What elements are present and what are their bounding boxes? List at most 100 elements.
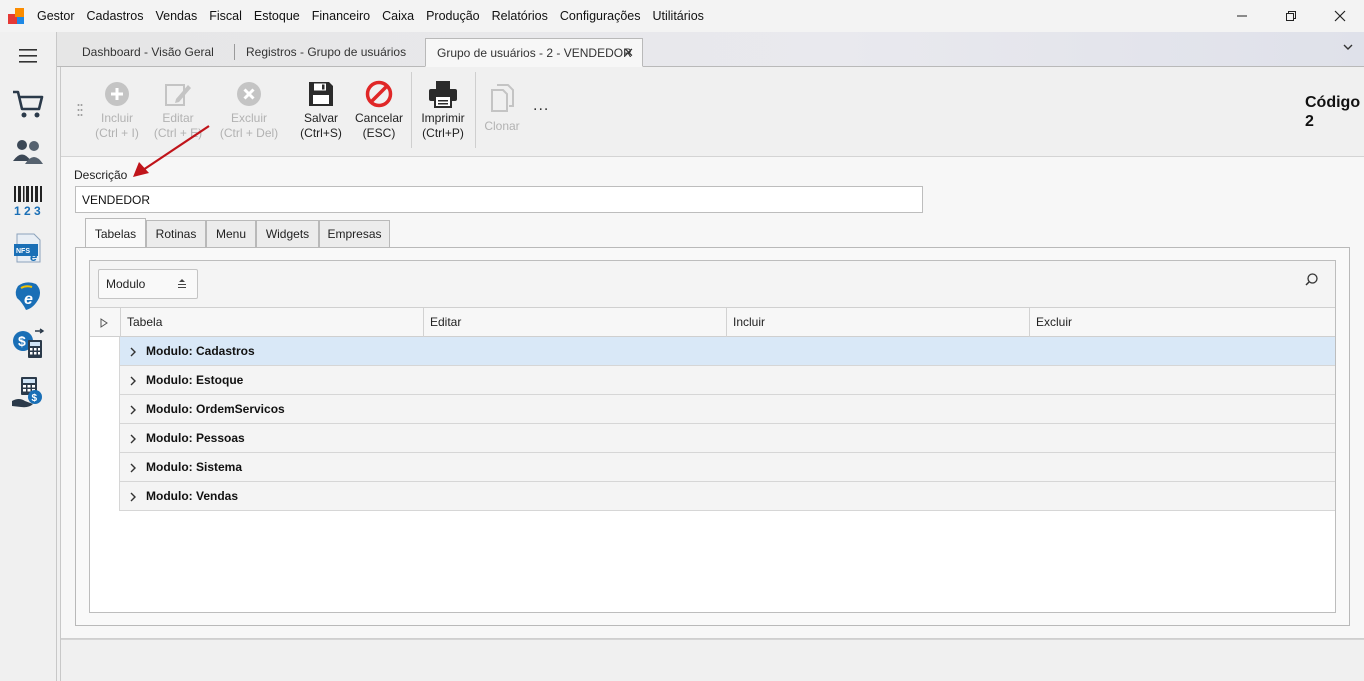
drag-grip-icon[interactable] — [77, 103, 83, 117]
tab-grupo-vendedor[interactable]: Grupo de usuários - 2 - VENDEDOR ✕ — [425, 38, 643, 67]
group-row-label: Modulo: Vendas — [146, 489, 239, 503]
salvar-shortcut: (Ctrl+S) — [300, 126, 342, 140]
close-window-button[interactable] — [1316, 0, 1364, 32]
tab-label: Registros - Grupo de usuários — [246, 45, 407, 59]
expand-chevron-icon[interactable] — [129, 492, 137, 502]
sidebar-item-produtos[interactable]: 1 2 3 — [10, 182, 46, 218]
hamburger-menu-button[interactable] — [10, 38, 46, 74]
menu-cadastros[interactable]: Cadastros — [81, 0, 150, 32]
barcode-icon: 1 2 3 — [14, 186, 42, 216]
expand-chevron-icon[interactable] — [129, 376, 137, 386]
grid-header: Tabela Editar Incluir Excluir — [90, 308, 1335, 337]
toolbar-divider — [411, 72, 412, 148]
imprimir-button[interactable]: Imprimir (Ctrl+P) — [417, 77, 469, 152]
excluir-button[interactable]: Excluir (Ctrl + Del) — [216, 77, 282, 152]
close-icon — [1334, 10, 1346, 22]
menu-relatorios[interactable]: Relatórios — [486, 0, 554, 32]
sidebar-item-pessoas[interactable] — [10, 134, 46, 170]
tab-dashboard[interactable]: Dashboard - Visão Geral — [57, 38, 230, 67]
svg-text:e: e — [30, 249, 37, 264]
descricao-label: Descrição — [74, 168, 128, 182]
tab-widgets[interactable]: Widgets — [256, 220, 319, 248]
sidebar-item-caixa[interactable]: $ — [10, 374, 46, 410]
main-content: Incluir (Ctrl + I) Editar (Ctrl + E) Exc… — [60, 67, 1364, 681]
column-header-excluir[interactable]: Excluir — [1029, 308, 1335, 337]
minimize-button[interactable] — [1218, 0, 1266, 32]
column-header-tabela[interactable]: Tabela — [120, 308, 423, 337]
imprimir-shortcut: (Ctrl+P) — [422, 126, 464, 140]
editar-button[interactable]: Editar (Ctrl + E) — [149, 77, 207, 152]
group-row-label: Modulo: Cadastros — [146, 344, 255, 358]
tabelas-tab-body: Modulo Tabela Editar Incluir Excluir Mod… — [75, 247, 1350, 626]
menu-utilitarios[interactable]: Utilitários — [647, 0, 710, 32]
group-row[interactable]: Modulo: Vendas — [119, 482, 1335, 511]
sidebar-item-nfse[interactable]: NFS e — [10, 230, 46, 266]
group-row[interactable]: Modulo: OrdemServicos — [119, 395, 1335, 424]
group-row-label: Modulo: Pessoas — [146, 431, 245, 445]
hamburger-icon — [19, 49, 37, 63]
column-header-editar[interactable]: Editar — [423, 308, 726, 337]
sidebar-item-financeiro[interactable]: $ — [10, 326, 46, 362]
expand-chevron-icon[interactable] — [129, 347, 137, 357]
editar-label: Editar — [162, 111, 194, 125]
expand-chevron-icon[interactable] — [129, 405, 137, 415]
imprimir-label: Imprimir — [421, 111, 465, 125]
tab-menu[interactable]: Menu — [206, 220, 256, 248]
sidebar-item-nfe[interactable]: e — [10, 278, 46, 314]
chevron-down-icon[interactable] — [1342, 41, 1354, 53]
expand-chevron-icon[interactable] — [129, 463, 137, 473]
tab-empresas[interactable]: Empresas — [319, 220, 390, 248]
expand-chevron-icon[interactable] — [129, 434, 137, 444]
group-row[interactable]: Modulo: Estoque — [119, 366, 1335, 395]
menu-financeiro[interactable]: Financeiro — [306, 0, 376, 32]
group-row[interactable]: Modulo: Pessoas — [119, 424, 1335, 453]
menu-fiscal[interactable]: Fiscal — [203, 0, 248, 32]
cancelar-button[interactable]: Cancelar (ESC) — [353, 77, 405, 152]
menu-estoque[interactable]: Estoque — [248, 0, 306, 32]
search-icon[interactable] — [1305, 273, 1318, 286]
menu-bar: Gestor Cadastros Vendas Fiscal Estoque F… — [31, 0, 710, 32]
descricao-input[interactable] — [75, 186, 923, 213]
save-disk-icon — [309, 82, 333, 106]
menu-caixa[interactable]: Caixa — [376, 0, 420, 32]
salvar-button[interactable]: Salvar (Ctrl+S) — [297, 77, 345, 152]
incluir-button[interactable]: Incluir (Ctrl + I) — [91, 77, 143, 152]
money-calculator-icon: $ — [13, 328, 45, 358]
salvar-label: Salvar — [303, 111, 338, 125]
clonar-button[interactable]: Clonar — [479, 77, 525, 152]
svg-text:1 2 3: 1 2 3 — [14, 204, 41, 216]
toolbar-divider — [475, 72, 476, 148]
menu-vendas[interactable]: Vendas — [150, 0, 204, 32]
group-row-label: Modulo: Estoque — [146, 373, 244, 387]
group-by-panel: Modulo — [90, 261, 1335, 308]
menu-configuracoes[interactable]: Configurações — [554, 0, 647, 32]
tab-close-icon[interactable]: ✕ — [623, 39, 634, 67]
column-header-incluir[interactable]: Incluir — [726, 308, 1029, 337]
restore-icon — [1286, 11, 1296, 21]
menu-app-name[interactable]: Gestor — [31, 0, 81, 32]
document-tab-strip: Dashboard - Visão Geral Registros - Grup… — [57, 32, 1364, 67]
svg-text:NFS: NFS — [16, 248, 30, 255]
toolbar: Incluir (Ctrl + I) Editar (Ctrl + E) Exc… — [61, 67, 1364, 157]
tab-label: Dashboard - Visão Geral — [82, 45, 214, 59]
editar-shortcut: (Ctrl + E) — [153, 126, 203, 140]
group-row[interactable]: Modulo: Sistema — [119, 453, 1335, 482]
sidebar-item-vendas[interactable] — [10, 86, 46, 122]
tab-tabelas[interactable]: Tabelas — [85, 218, 146, 248]
menu-producao[interactable]: Produção — [420, 0, 486, 32]
restore-button[interactable] — [1267, 0, 1315, 32]
add-circle-icon — [105, 82, 129, 106]
tab-registros-grupo[interactable]: Registros - Grupo de usuários — [221, 38, 421, 67]
printer-icon — [429, 81, 457, 108]
svg-text:$: $ — [18, 333, 26, 349]
clonar-label: Clonar — [484, 119, 520, 133]
codigo-value: 2 — [1305, 113, 1314, 130]
group-by-chip[interactable]: Modulo — [98, 269, 198, 299]
edit-icon — [165, 84, 191, 106]
more-options-button[interactable]: ... — [533, 97, 549, 115]
tab-rotinas[interactable]: Rotinas — [146, 220, 206, 248]
group-row[interactable]: Modulo: Cadastros — [119, 337, 1335, 366]
nfse-document-icon: NFS e — [14, 233, 41, 264]
clone-copy-icon — [491, 84, 514, 112]
permissions-grid: Modulo Tabela Editar Incluir Excluir Mod… — [89, 260, 1336, 613]
